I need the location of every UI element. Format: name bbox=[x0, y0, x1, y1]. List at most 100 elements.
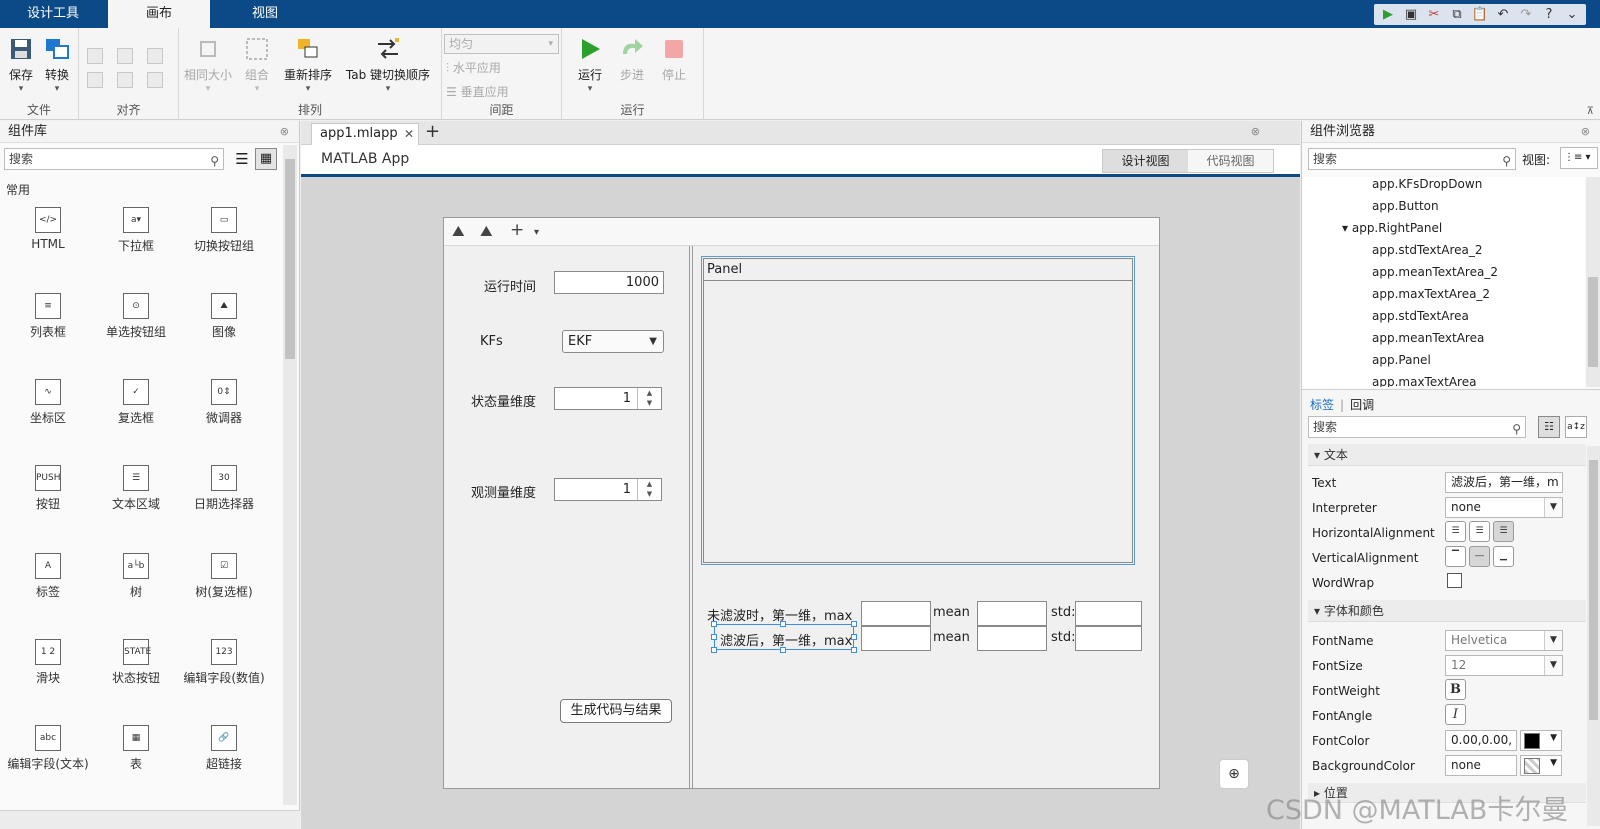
tree-node[interactable]: app.meanTextArea_2 bbox=[1372, 265, 1498, 279]
chevron-down-icon[interactable]: ▾ bbox=[534, 227, 539, 238]
bgcolor-field[interactable]: none bbox=[1445, 755, 1517, 776]
resize-handle[interactable] bbox=[711, 634, 717, 640]
new-tab-icon[interactable]: + bbox=[425, 121, 440, 143]
stop-button[interactable]: 停止 bbox=[658, 36, 690, 83]
align-middle-icon[interactable]: ― bbox=[1469, 546, 1490, 567]
tab-design-tools[interactable]: 设计工具 bbox=[0, 0, 106, 28]
component-axes[interactable]: ∿ 坐标区 bbox=[4, 379, 92, 426]
mean-text-area-2[interactable] bbox=[977, 626, 1047, 651]
apply-vertical-button[interactable]: ☰ 垂直应用 bbox=[446, 83, 509, 100]
bold-icon[interactable]: B bbox=[1445, 679, 1466, 700]
resize-handle[interactable] bbox=[780, 647, 786, 653]
state-dim-spinner[interactable]: 1 ▲ ▼ bbox=[554, 387, 662, 410]
tree-node[interactable]: app.meanTextArea bbox=[1372, 331, 1484, 345]
resize-handle[interactable] bbox=[851, 621, 857, 627]
convert-button[interactable]: 转换 ▾ bbox=[42, 36, 72, 94]
browser-search-input[interactable]: 搜索 ⚲ bbox=[1308, 148, 1516, 170]
run-time-field[interactable]: 1000 bbox=[554, 271, 664, 294]
zoom-in-icon[interactable]: ⊕ bbox=[1219, 759, 1249, 789]
component-dropdown[interactable]: a▾ 下拉框 bbox=[92, 207, 180, 254]
align-top-icon[interactable] bbox=[87, 72, 103, 88]
close-icon[interactable]: ⊗ bbox=[1251, 125, 1260, 138]
interpreter-dropdown[interactable]: none ▼ bbox=[1445, 497, 1563, 518]
mean-text-area[interactable] bbox=[977, 601, 1047, 626]
align-right-icon[interactable] bbox=[147, 48, 163, 64]
resize-handle[interactable] bbox=[711, 647, 717, 653]
spinner-arrows-icon[interactable]: ▲ ▼ bbox=[637, 479, 661, 500]
reorder-button[interactable]: 重新排序 ▾ bbox=[281, 36, 335, 94]
help-icon[interactable]: ? bbox=[1539, 6, 1559, 24]
component-label[interactable]: A 标签 bbox=[4, 553, 92, 600]
run-button[interactable]: 运行 ▾ bbox=[574, 36, 606, 94]
max-text-area[interactable] bbox=[861, 601, 931, 626]
component-text-field[interactable]: abc 编辑字段(文本) bbox=[4, 725, 92, 772]
document-tab[interactable]: app1.mlapp ✕ bbox=[311, 123, 419, 145]
align-center-icon[interactable]: ☰ bbox=[1469, 521, 1490, 542]
align-middle-icon[interactable] bbox=[117, 72, 133, 88]
tab-properties[interactable]: 标签 bbox=[1310, 398, 1334, 412]
chevron-down-icon[interactable]: ⌄ bbox=[1562, 6, 1582, 24]
generate-button[interactable]: 生成代码与结果 bbox=[560, 699, 672, 723]
align-left-icon[interactable]: ☰ bbox=[1445, 521, 1466, 542]
close-icon[interactable]: ⊗ bbox=[1581, 121, 1590, 143]
component-toggle-button-group[interactable]: ▭ 切换按钮组 bbox=[180, 207, 268, 254]
component-html[interactable]: </> HTML bbox=[4, 207, 92, 251]
tab-view[interactable]: 视图 bbox=[212, 0, 318, 28]
component-image[interactable]: ⛰ 图像 bbox=[180, 293, 268, 340]
component-listbox[interactable]: ≡ 列表框 bbox=[4, 293, 92, 340]
component-numeric-field[interactable]: 123 编辑字段(数值) bbox=[180, 639, 268, 686]
fontsize-dropdown[interactable]: 12 ▼ bbox=[1445, 655, 1563, 676]
library-search-input[interactable]: 搜索 ⚲ bbox=[4, 148, 224, 170]
align-center-icon[interactable] bbox=[117, 48, 133, 64]
align-top-icon[interactable]: ▔ bbox=[1445, 546, 1466, 567]
component-checkbox-tree[interactable]: ☑ 树(复选框) bbox=[180, 553, 268, 600]
close-icon[interactable]: ✕ bbox=[404, 124, 414, 144]
undo-icon[interactable]: ↶ bbox=[1493, 6, 1513, 24]
inspector-search-input[interactable]: 搜索 ⚲ bbox=[1308, 416, 1526, 438]
group-view-icon[interactable]: ☷ bbox=[1538, 416, 1560, 438]
add-icon[interactable]: + bbox=[510, 220, 524, 240]
resize-handle[interactable] bbox=[711, 621, 717, 627]
component-push-button[interactable]: PUSH 按钮 bbox=[4, 465, 92, 512]
spacing-dropdown[interactable]: 均匀 ▾ bbox=[444, 34, 559, 54]
kfs-dropdown[interactable]: EKF ▼ bbox=[562, 330, 664, 353]
tree-node[interactable]: app.maxTextArea bbox=[1372, 375, 1476, 387]
obs-dim-spinner[interactable]: 1 ▲ ▼ bbox=[554, 478, 662, 501]
component-tree[interactable]: a└b 树 bbox=[92, 553, 180, 600]
italic-icon[interactable]: I bbox=[1445, 704, 1466, 725]
inspector-scrollbar[interactable] bbox=[1587, 446, 1600, 826]
fontcolor-picker[interactable]: ▼ bbox=[1520, 730, 1562, 751]
same-size-button[interactable]: 相同大小 ▾ bbox=[183, 36, 233, 94]
redo-icon[interactable]: ↷ bbox=[1516, 6, 1536, 24]
tree-node[interactable]: app.Panel bbox=[1372, 353, 1431, 367]
list-view-icon[interactable]: ☰ bbox=[232, 149, 252, 169]
tab-canvas[interactable]: 画布 bbox=[108, 0, 210, 28]
align-bottom-icon[interactable] bbox=[147, 72, 163, 88]
align-left-icon[interactable] bbox=[87, 48, 103, 64]
bgcolor-picker[interactable]: ▼ bbox=[1520, 755, 1562, 776]
resize-handle[interactable] bbox=[780, 621, 786, 627]
fontcolor-field[interactable]: 0.00,0.00, bbox=[1445, 730, 1517, 751]
tree-node-expander[interactable]: ▾ app.RightPanel bbox=[1342, 221, 1442, 235]
axes-zoom-icon[interactable]: ⛰ bbox=[480, 222, 493, 240]
component-radio-group[interactable]: ⊙ 单选按钮组 bbox=[92, 293, 180, 340]
inspector-scrollbar-thumb[interactable] bbox=[1589, 460, 1598, 720]
output-panel[interactable]: Panel bbox=[701, 256, 1135, 565]
component-slider[interactable]: 1 2 滑块 bbox=[4, 639, 92, 686]
resize-handle[interactable] bbox=[851, 647, 857, 653]
component-table[interactable]: ▦ 表 bbox=[92, 725, 180, 772]
section-text-header[interactable]: ▾ 文本 bbox=[1308, 444, 1586, 466]
tree-node[interactable]: app.Button bbox=[1372, 199, 1439, 213]
tree-node[interactable]: app.stdTextArea bbox=[1372, 309, 1469, 323]
tree-node[interactable]: app.KFsDropDown bbox=[1372, 177, 1482, 191]
max-text-area-2[interactable] bbox=[861, 626, 931, 651]
tab-callbacks[interactable]: 回调 bbox=[1350, 398, 1374, 412]
save-button[interactable]: 保存 ▾ bbox=[6, 36, 36, 94]
code-view-button[interactable]: 代码视图 bbox=[1188, 150, 1273, 172]
design-view-button[interactable]: 设计视图 bbox=[1103, 150, 1188, 172]
tree-node[interactable]: app.stdTextArea_2 bbox=[1372, 243, 1483, 257]
std-text-area[interactable] bbox=[1075, 601, 1142, 626]
axes-icon[interactable]: ⛰ bbox=[452, 222, 465, 240]
close-icon[interactable]: ⊗ bbox=[280, 121, 289, 143]
group-button[interactable]: 组合 ▾ bbox=[237, 36, 277, 94]
